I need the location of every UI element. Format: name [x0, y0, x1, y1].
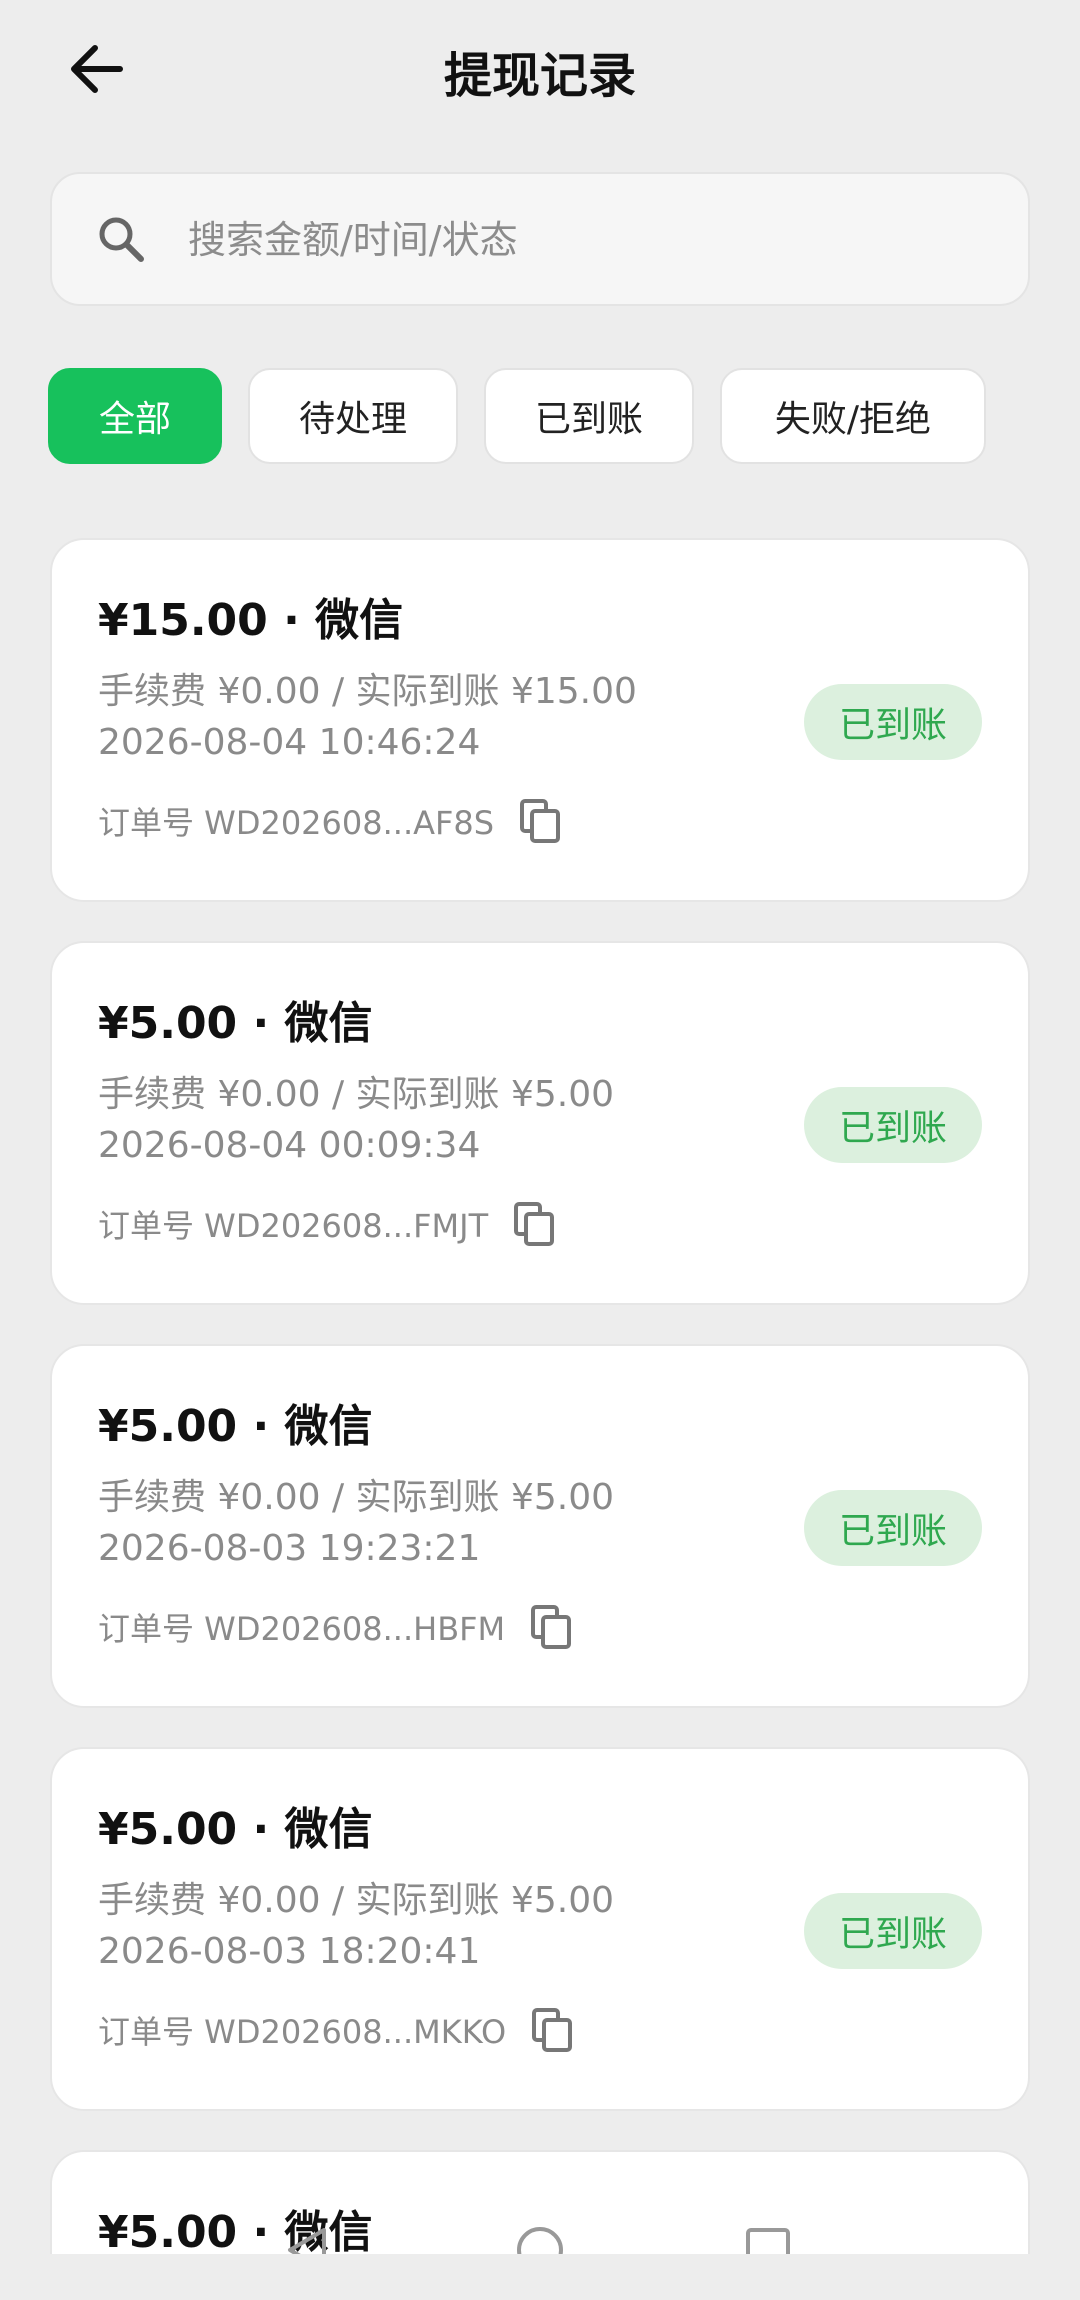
copy-icon[interactable] [529, 1603, 573, 1651]
record-fee: 手续费 ¥0.00 / 实际到账 ¥5.00 [98, 1477, 615, 1518]
bottom-edge [0, 2254, 1080, 2300]
tab-all[interactable]: 全部 [48, 368, 222, 464]
header: 提现记录 [0, 0, 1080, 140]
search-bar[interactable] [50, 172, 1030, 306]
order-number-row: 订单号 WD202608...MKKO [98, 2005, 574, 2055]
record-time: 2026-08-03 18:20:41 [98, 1931, 481, 1972]
record-time: 2026-08-04 10:46:24 [98, 722, 481, 763]
status-badge: 已到账 [804, 1893, 982, 1969]
order-number: 订单号 WD202608...HBFM [98, 1610, 506, 1648]
record-amount-method: ¥5.00 · 微信 [98, 1401, 373, 1452]
order-number: 订单号 WD202608...AF8S [98, 804, 495, 842]
record-fee: 手续费 ¥0.00 / 实际到账 ¥15.00 [98, 671, 637, 712]
record-time: 2026-08-04 00:09:34 [98, 1125, 481, 1166]
status-badge: 已到账 [804, 684, 982, 760]
tab-received[interactable]: 已到账 [484, 368, 694, 464]
order-number: 订单号 WD202608...FMJT [98, 1207, 489, 1245]
status-badge: 已到账 [804, 1490, 982, 1566]
withdrawal-record-card[interactable]: ¥5.00 · 微信 手续费 ¥0.00 / 实际到账 ¥5.00 2026-0… [50, 1344, 1030, 1708]
order-number-row: 订单号 WD202608...AF8S [98, 796, 562, 846]
search-icon [99, 217, 144, 262]
record-fee: 手续费 ¥0.00 / 实际到账 ¥5.00 [98, 1074, 615, 1115]
order-number: 订单号 WD202608...MKKO [98, 2013, 507, 2051]
search-input[interactable] [186, 204, 990, 276]
record-fee: 手续费 ¥0.00 / 实际到账 ¥5.00 [98, 1880, 615, 1921]
tab-failed-rejected[interactable]: 失败/拒绝 [720, 368, 986, 464]
order-number-row: 订单号 WD202608...FMJT [98, 1199, 556, 1249]
record-amount-method: ¥5.00 · 微信 [98, 1804, 373, 1855]
withdrawal-record-card[interactable]: ¥15.00 · 微信 手续费 ¥0.00 / 实际到账 ¥15.00 2026… [50, 538, 1030, 902]
copy-icon[interactable] [518, 797, 562, 845]
copy-icon[interactable] [530, 2006, 574, 2054]
record-amount-method: ¥5.00 · 微信 [98, 998, 373, 1049]
page-title: 提现记录 [443, 48, 636, 104]
status-badge: 已到账 [804, 1087, 982, 1163]
copy-icon[interactable] [512, 1200, 556, 1248]
record-amount-method: ¥15.00 · 微信 [98, 595, 404, 646]
record-time: 2026-08-03 19:23:21 [98, 1528, 481, 1569]
withdrawal-record-card[interactable]: ¥5.00 · 微信 手续费 ¥0.00 / 实际到账 ¥5.00 2026-0… [50, 1747, 1030, 2111]
tab-pending[interactable]: 待处理 [248, 368, 458, 464]
order-number-row: 订单号 WD202608...HBFM [98, 1602, 573, 1652]
withdrawal-record-card[interactable]: ¥5.00 · 微信 手续费 ¥0.00 / 实际到账 ¥5.00 2026-0… [50, 941, 1030, 1305]
